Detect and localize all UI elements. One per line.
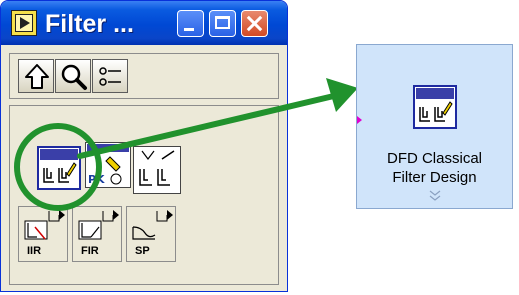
node-title: DFD Classical Filter Design xyxy=(357,149,512,187)
input-terminal-icon xyxy=(357,116,362,124)
node-icon xyxy=(413,85,457,129)
node-title-line2: Filter Design xyxy=(392,169,477,186)
expand-chevron-icon[interactable] xyxy=(427,189,443,203)
filter-design-icon xyxy=(416,88,454,122)
node-title-line1: DFD Classical xyxy=(386,150,482,167)
vi-node-card[interactable]: DFD Classical Filter Design xyxy=(356,44,513,209)
